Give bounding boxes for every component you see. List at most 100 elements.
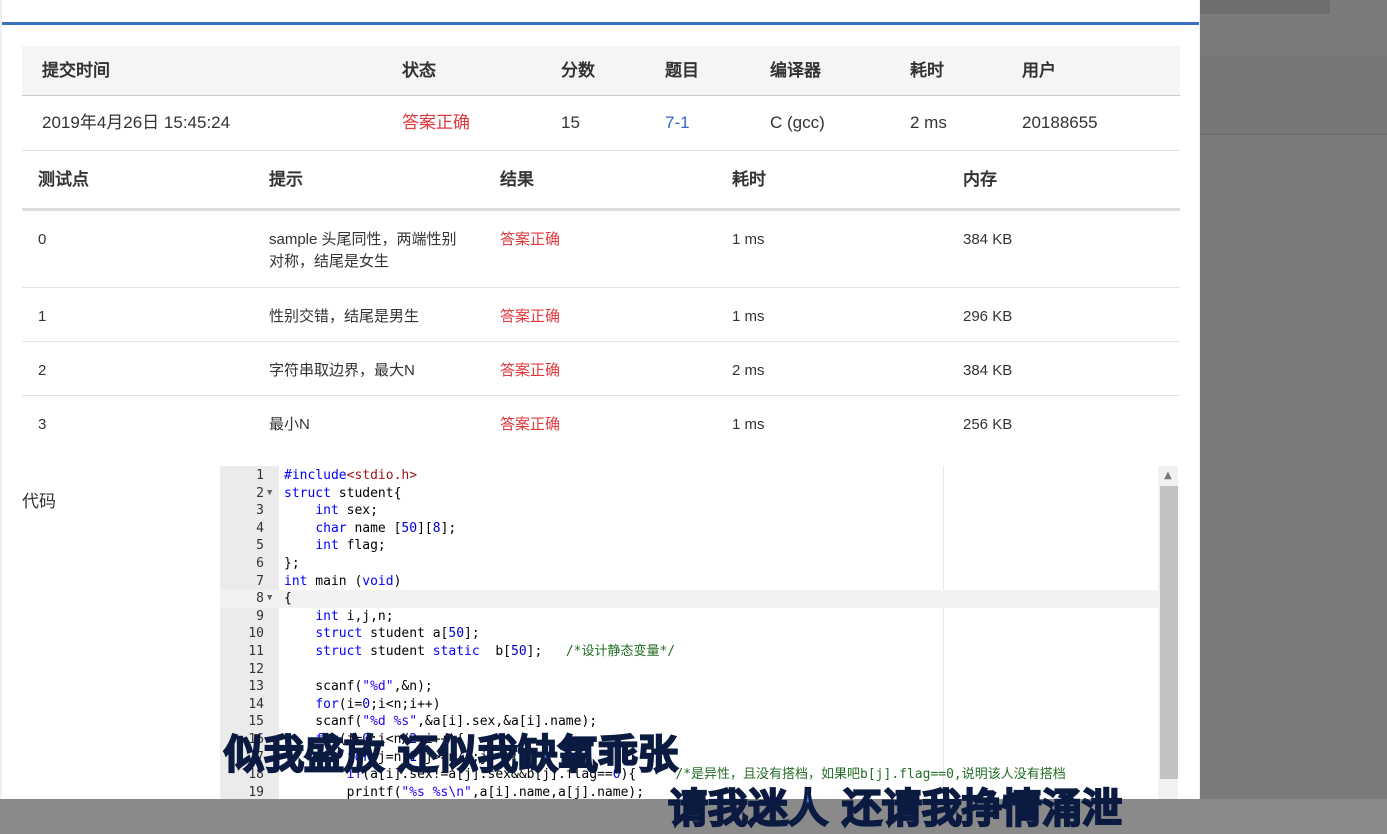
table-row: 0 sample 头尾同性，两端性别对称，结尾是女生 答案正确 1 ms 384… <box>22 211 1180 288</box>
test-cases-header: 测试点 提示 结果 耗时 内存 <box>22 152 1180 211</box>
line-number: 8 <box>256 591 264 607</box>
score-value: 15 <box>561 113 580 132</box>
code-line[interactable]: 14 for(i=0;i<n;i++) <box>220 696 1160 714</box>
line-number: 4 <box>256 520 264 536</box>
code-line[interactable]: 8 ▼ { <box>220 590 1160 608</box>
code-line[interactable]: 9 int i,j,n; <box>220 608 1160 626</box>
header-result: 结果 <box>500 170 534 189</box>
scroll-thumb[interactable] <box>1160 486 1178 779</box>
code-text: }; <box>284 556 300 571</box>
line-number: 11 <box>248 644 264 659</box>
test-cases-table: 测试点 提示 结果 耗时 内存 0 sample 头尾同性，两端性别对称，结尾是… <box>22 152 1180 449</box>
test-result: 答案正确 <box>500 416 561 433</box>
line-number: 2 <box>256 485 264 501</box>
test-time: 2 ms <box>732 362 765 379</box>
code-line[interactable]: 12 <box>220 661 1160 679</box>
code-line[interactable]: 6}; <box>220 555 1160 573</box>
duration-value: 2 ms <box>910 113 947 132</box>
line-number: 6 <box>256 556 264 571</box>
code-line[interactable]: 3 int sex; <box>220 502 1160 520</box>
line-number: 7 <box>256 573 264 589</box>
header-compiler: 编译器 <box>770 61 821 80</box>
code-line[interactable]: 5 int flag; <box>220 537 1160 555</box>
test-id: 3 <box>38 416 47 433</box>
table-row: 3 最小N 答案正确 1 ms 256 KB <box>22 396 1180 449</box>
code-line[interactable]: 7 int main (void) <box>220 573 1160 591</box>
test-time: 1 ms <box>732 231 765 248</box>
header-problem: 题目 <box>665 61 699 80</box>
code-text: { <box>284 591 292 607</box>
code-text: scanf("%d",&n); <box>284 679 433 695</box>
lyric-overlay-top: 似我盛放 还似我缺氧乖张 <box>223 731 679 779</box>
line-number: 14 <box>248 696 264 712</box>
test-hint: 性别交错，结尾是男生 <box>269 308 420 325</box>
submission-table: 提交时间 状态 分数 题目 编译器 耗时 用户 2019年4月26日 15:45… <box>22 46 1180 151</box>
test-id: 2 <box>38 362 47 379</box>
header-time: 耗时 <box>732 170 766 189</box>
header-score: 分数 <box>561 61 595 80</box>
header-status: 状态 <box>402 61 436 80</box>
code-text: struct student static b[50]; /*设计静态变量*/ <box>315 644 676 659</box>
code-text: printf("%s %s\n",a[i].name,a[j].name); <box>284 784 645 799</box>
modal-accent-line <box>2 22 1199 25</box>
background-overlay-strip <box>1200 0 1387 799</box>
line-number: 10 <box>248 626 264 642</box>
fold-arrow-icon[interactable]: ▼ <box>267 485 277 503</box>
code-text: for(i=0;i<n;i++) <box>315 696 441 712</box>
test-id: 0 <box>38 231 47 248</box>
fold-arrow-icon[interactable]: ▼ <box>267 590 277 608</box>
submission-row: 2019年4月26日 15:45:24 答案正确 15 7-1 C (gcc) … <box>22 96 1180 151</box>
submission-table-header: 提交时间 状态 分数 题目 编译器 耗时 用户 <box>22 46 1180 96</box>
status-badge: 答案正确 <box>402 113 470 132</box>
code-line[interactable]: 4 char name [50][8]; <box>220 520 1160 538</box>
line-number: 1 <box>256 468 264 483</box>
problem-link[interactable]: 7-1 <box>665 96 690 150</box>
table-row: 1 性别交错，结尾是男生 答案正确 1 ms 296 KB <box>22 288 1180 342</box>
line-number: 19 <box>248 784 264 799</box>
code-line[interactable]: 11 struct student static b[50]; /*设计静态变量… <box>220 643 1160 661</box>
user-value: 20188655 <box>1022 113 1098 132</box>
code-text: char name [50][8]; <box>315 520 457 536</box>
submit-time: 2019年4月26日 15:45:24 <box>42 113 231 132</box>
background-bar <box>1200 0 1330 14</box>
test-memory: 296 KB <box>963 308 1013 325</box>
editor-scrollbar[interactable]: ▲ <box>1158 466 1178 799</box>
compiler-value: C (gcc) <box>770 113 825 132</box>
header-duration: 耗时 <box>910 61 944 80</box>
code-text: int i,j,n; <box>315 608 394 624</box>
test-hint: sample 头尾同性，两端性别对称，结尾是女生 <box>269 231 457 270</box>
test-memory: 256 KB <box>963 416 1013 433</box>
code-text: struct student{ <box>284 485 402 501</box>
table-row: 2 字符串取边界，最大N 答案正确 2 ms 384 KB <box>22 342 1180 396</box>
code-label: 代码 <box>22 492 56 511</box>
line-number: 13 <box>248 679 264 695</box>
line-number: 12 <box>248 661 264 677</box>
code-line[interactable]: 2 ▼ struct student{ <box>220 485 1160 503</box>
code-text: int main (void) <box>284 573 402 589</box>
line-number: 3 <box>256 503 264 519</box>
code-text: int flag; <box>315 538 386 554</box>
test-hint: 最小N <box>269 416 310 433</box>
test-id: 1 <box>38 308 47 325</box>
scroll-up-icon[interactable]: ▲ <box>1158 466 1178 486</box>
code-text: int sex; <box>315 503 378 519</box>
header-memory: 内存 <box>963 170 997 189</box>
line-number: 9 <box>256 608 264 624</box>
test-time: 1 ms <box>732 308 765 325</box>
background-panel <box>1200 56 1387 135</box>
line-number: 5 <box>256 538 264 554</box>
header-hint: 提示 <box>269 170 303 189</box>
test-memory: 384 KB <box>963 362 1013 379</box>
test-hint: 字符串取边界，最大N <box>269 362 415 379</box>
header-submit-time: 提交时间 <box>42 61 110 80</box>
code-line[interactable]: 1 #include<stdio.h> <box>220 467 1160 485</box>
header-test-id: 测试点 <box>38 170 89 189</box>
code-line[interactable]: 10 struct student a[50]; <box>220 625 1160 643</box>
test-memory: 384 KB <box>963 231 1013 248</box>
test-result: 答案正确 <box>500 231 561 248</box>
lyric-overlay-bottom: 请我迷人 还请我挣情涌泄 <box>667 785 1123 833</box>
code-text: #include<stdio.h> <box>284 468 418 483</box>
code-text: struct student a[50]; <box>315 626 480 642</box>
test-result: 答案正确 <box>500 308 561 325</box>
code-line[interactable]: 13 scanf("%d",&n); <box>220 678 1160 696</box>
